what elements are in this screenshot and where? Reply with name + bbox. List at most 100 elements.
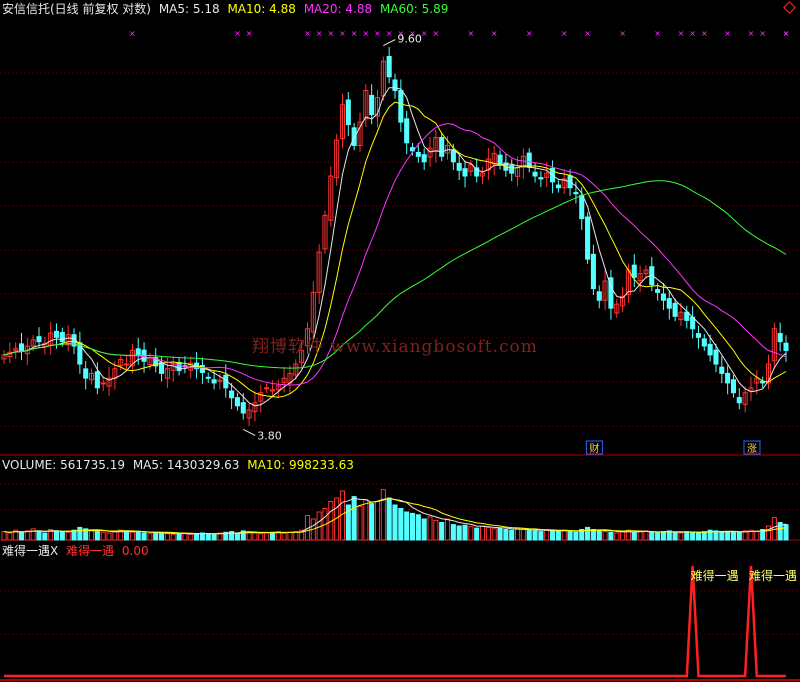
signal-marker: × bbox=[678, 29, 685, 38]
candle-body bbox=[439, 137, 445, 157]
indicator-value: 0.00 bbox=[121, 544, 149, 558]
volume-bar bbox=[561, 529, 567, 541]
candle-body bbox=[719, 366, 725, 374]
volume-bar bbox=[631, 531, 637, 541]
candle-body bbox=[36, 336, 42, 343]
volume-value: VOLUME: 561735.19 bbox=[2, 458, 125, 472]
volume-bar bbox=[503, 529, 509, 541]
candle-body bbox=[398, 90, 404, 123]
candle-body bbox=[672, 302, 678, 317]
volume-bar bbox=[491, 528, 497, 541]
candle-body bbox=[234, 397, 240, 407]
candle-body bbox=[159, 362, 165, 374]
volume-bar bbox=[24, 530, 30, 541]
signal-marker: × bbox=[748, 29, 755, 38]
event-tag-cai: 财 bbox=[589, 442, 599, 455]
signal-markers: × × × × × × × × × × × × × × × × × × × × × × × × × × × × ×× bbox=[129, 29, 789, 38]
volume-bar bbox=[287, 531, 293, 541]
candle-body bbox=[450, 149, 456, 163]
signal-marker: × bbox=[234, 29, 241, 38]
candle-body bbox=[176, 361, 182, 372]
candle-body bbox=[526, 152, 532, 168]
ma60-legend: MA60: 5.89 bbox=[379, 2, 449, 16]
volume-bar bbox=[672, 531, 678, 541]
candle-body bbox=[392, 79, 398, 92]
volume-bar bbox=[147, 533, 153, 541]
candle-body bbox=[369, 94, 375, 116]
candle-body bbox=[590, 253, 596, 290]
volume-bar bbox=[725, 531, 731, 541]
signal-marker: × bbox=[129, 29, 136, 38]
low-label: 3.80 bbox=[257, 429, 282, 442]
volume-bar bbox=[258, 533, 264, 541]
signal-label: 难得一遇 bbox=[691, 568, 739, 583]
volume-bar bbox=[380, 489, 386, 541]
volume-bar bbox=[637, 531, 643, 541]
volume-bar bbox=[135, 531, 141, 541]
moving-average-lines bbox=[3, 87, 787, 407]
candle-body bbox=[497, 154, 503, 166]
candle-body bbox=[59, 332, 65, 343]
candle-body bbox=[53, 330, 60, 338]
volume-bar bbox=[742, 530, 748, 541]
volume-bar bbox=[736, 531, 742, 541]
volume-bar bbox=[550, 530, 556, 541]
candle-body bbox=[415, 151, 421, 157]
volume-bar bbox=[573, 531, 579, 541]
signal-marker: × bbox=[759, 29, 766, 38]
signal-marker: × bbox=[724, 29, 731, 38]
candle-body bbox=[94, 371, 100, 389]
volume-bar bbox=[485, 526, 491, 541]
volume-bar bbox=[264, 532, 270, 541]
volume-bar bbox=[590, 529, 596, 541]
ma10-legend: MA10: 4.88 bbox=[227, 2, 296, 16]
volume-bar bbox=[18, 531, 25, 541]
volume-bar bbox=[754, 531, 760, 541]
signal-line bbox=[4, 565, 786, 678]
volume-bar bbox=[678, 532, 684, 541]
volume-bar bbox=[129, 531, 135, 541]
candle-body bbox=[707, 343, 713, 356]
candle-body bbox=[713, 349, 719, 365]
signal-marker: × bbox=[701, 29, 708, 38]
volume-bar bbox=[695, 532, 702, 541]
candle-body bbox=[666, 298, 672, 309]
candle-body bbox=[736, 397, 742, 404]
volume-bar bbox=[660, 531, 666, 541]
volume-bar bbox=[176, 533, 182, 541]
candle-body bbox=[509, 164, 515, 174]
volume-bar bbox=[363, 498, 369, 541]
volume-bar bbox=[450, 524, 456, 541]
volume-bar bbox=[36, 531, 42, 541]
candle-body bbox=[631, 264, 637, 278]
volume-bar bbox=[690, 531, 696, 541]
candle-body bbox=[532, 171, 538, 177]
volume-bar bbox=[42, 532, 48, 541]
candle-body bbox=[585, 216, 591, 260]
volume-bar bbox=[351, 496, 357, 541]
volume-bar bbox=[141, 532, 147, 541]
volume-bar bbox=[474, 527, 480, 541]
signal-marker: × bbox=[584, 29, 591, 38]
candle-body bbox=[135, 348, 141, 356]
stock-title: 安信信托(日线 前复权 对数) bbox=[2, 2, 151, 16]
indicator-legend: 难得一遇X 难得一遇 0.00 bbox=[2, 542, 153, 559]
volume-bar bbox=[1, 531, 7, 541]
volume-bar bbox=[433, 519, 439, 541]
volume-bar bbox=[585, 526, 591, 541]
volume-bar bbox=[205, 533, 211, 541]
volume-bar bbox=[194, 533, 200, 541]
high-label: 9.60 bbox=[397, 33, 422, 46]
volume-bar bbox=[567, 531, 573, 541]
volume-bar bbox=[77, 526, 83, 541]
ma5-line bbox=[3, 87, 787, 407]
signal-marker: × bbox=[432, 29, 439, 38]
volume-bar bbox=[386, 497, 392, 541]
volume-bar bbox=[409, 512, 416, 541]
volume-bar bbox=[497, 527, 503, 541]
volume-legend: VOLUME: 561735.19 MA5: 1430329.63 MA10: … bbox=[2, 458, 358, 472]
candle-body bbox=[421, 154, 427, 163]
signal-marker: × bbox=[327, 29, 334, 38]
candle-body bbox=[783, 342, 789, 351]
signal-marker: × bbox=[386, 29, 393, 38]
